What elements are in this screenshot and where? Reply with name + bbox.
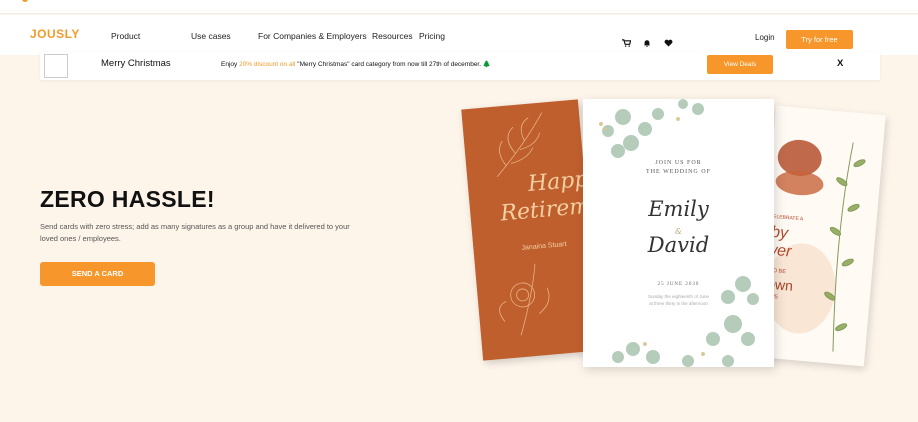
top-strip xyxy=(0,0,918,14)
tree-icon: 🌲 xyxy=(482,61,491,68)
hero-title: ZERO HASSLE! xyxy=(40,186,215,212)
bell-icon[interactable] xyxy=(643,39,651,49)
view-deals-button[interactable]: View Deals xyxy=(707,55,773,74)
banner-message: Enjoy 20% discount on all "Merry Christm… xyxy=(221,60,491,68)
logo[interactable]: JOUSLY xyxy=(30,27,80,41)
nav-icons xyxy=(622,34,681,52)
login-link[interactable]: Login xyxy=(755,33,775,42)
wedding-invite-text: JOIN US FOR THE WEDDING OF xyxy=(646,160,711,175)
try-for-free-button[interactable]: Try for free xyxy=(786,30,853,49)
nav-item-resources[interactable]: Resources xyxy=(372,31,413,41)
banner-message-post: "Merry Christmas" card category from now… xyxy=(295,61,483,68)
nav-item-use-cases[interactable]: Use cases xyxy=(191,31,231,41)
banner-title: Merry Christmas xyxy=(101,58,171,69)
wedding-details: Sunday the eighteenth of June at three t… xyxy=(647,294,710,306)
cart-icon[interactable] xyxy=(622,39,632,49)
hero-subtitle: Send cards with zero stress; add as many… xyxy=(40,222,350,243)
top-navbar: JOUSLY Product Use cases For Companies &… xyxy=(0,15,918,55)
wedding-card-image: JOIN US FOR THE WEDDING OF Emily & David… xyxy=(583,99,774,367)
send-a-card-button[interactable]: SEND A CARD xyxy=(40,262,155,286)
banner-image-placeholder xyxy=(44,54,68,78)
banner-discount: 20% discount on all xyxy=(239,61,296,68)
top-strip-left xyxy=(22,0,31,3)
nav-item-product[interactable]: Product xyxy=(111,31,140,41)
nav-item-pricing[interactable]: Pricing xyxy=(419,31,445,41)
logo-dot-icon xyxy=(22,0,28,2)
retirement-line-1: Happ xyxy=(526,166,590,197)
close-icon[interactable]: X xyxy=(837,58,843,69)
leaf-illustration xyxy=(496,112,550,336)
wedding-name-2: David xyxy=(647,233,710,257)
retirement-card-image: Happ Retirem Janaina Stuart xyxy=(461,99,600,361)
nav-item-companies[interactable]: For Companies & Employers xyxy=(258,31,367,41)
heart-icon[interactable] xyxy=(664,39,673,49)
wedding-date: 25 JUNE 2030 xyxy=(657,282,700,287)
wedding-name-1: Emily xyxy=(648,197,709,221)
promo-banner: Merry Christmas Enjoy 20% discount on al… xyxy=(40,52,880,80)
banner-message-pre: Enjoy xyxy=(221,61,240,68)
